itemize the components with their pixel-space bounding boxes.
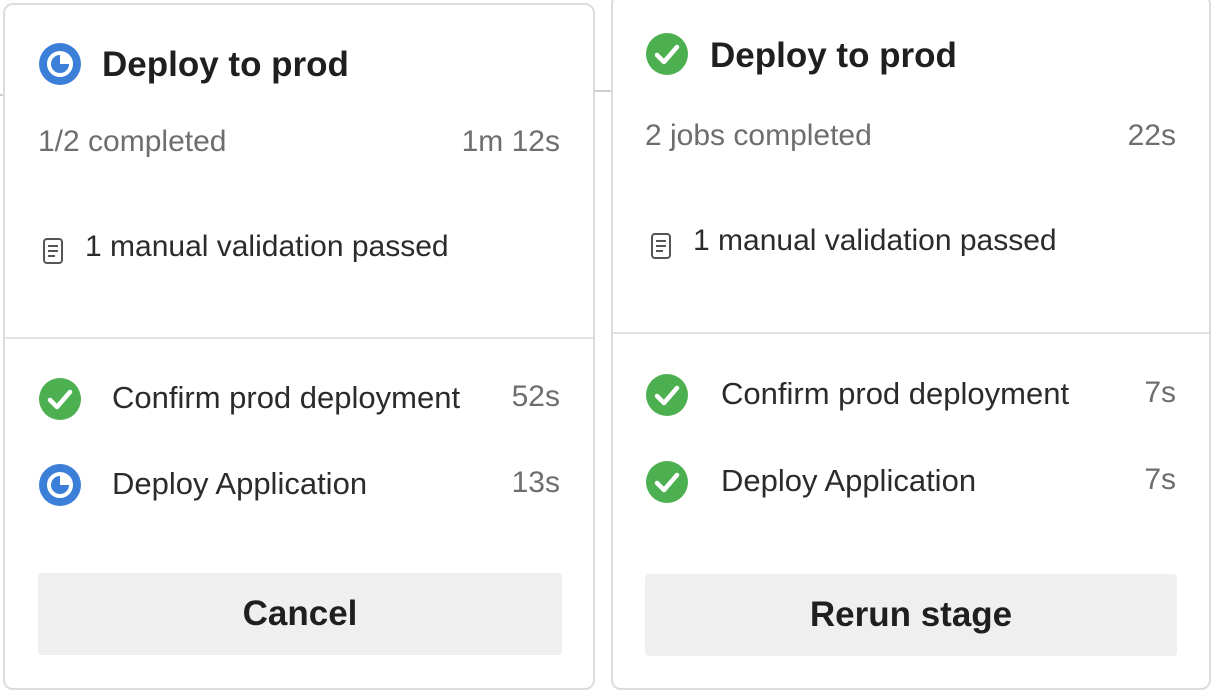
job-duration: 52s	[511, 380, 560, 413]
stage-duration: 1m 12s	[461, 125, 560, 158]
job-name[interactable]: Confirm prod deployment	[721, 376, 1069, 412]
job-duration: 7s	[1144, 376, 1176, 409]
running-icon	[38, 463, 82, 507]
stage-title: Deploy to prod	[102, 45, 349, 84]
checklist-icon	[42, 237, 64, 265]
stage-connector	[595, 90, 611, 92]
checks-summary[interactable]: 1 manual validation passed	[693, 224, 1057, 258]
stage-summary: 2 jobs completed	[645, 119, 872, 152]
running-icon	[38, 42, 82, 86]
checks-summary[interactable]: 1 manual validation passed	[85, 230, 449, 264]
job-duration: 13s	[511, 466, 560, 499]
job-name[interactable]: Deploy Application	[721, 463, 976, 499]
stage-title: Deploy to prod	[710, 36, 957, 75]
stage-duration: 22s	[1127, 119, 1176, 152]
success-icon	[645, 373, 689, 417]
success-icon	[645, 32, 689, 76]
stage-card-succeeded[interactable]: Deploy to prod 2 jobs completed 22s 1 ma…	[611, 0, 1211, 690]
job-name[interactable]: Confirm prod deployment	[112, 380, 460, 416]
job-duration: 7s	[1144, 463, 1176, 496]
divider	[5, 337, 593, 339]
checklist-icon	[650, 232, 672, 260]
success-icon	[645, 460, 689, 504]
success-icon	[38, 377, 82, 421]
divider	[613, 332, 1209, 334]
stage-summary: 1/2 completed	[38, 125, 227, 158]
rerun-stage-button[interactable]: Rerun stage	[645, 574, 1177, 656]
stage-card-running[interactable]: Deploy to prod 1/2 completed 1m 12s 1 ma…	[3, 3, 595, 690]
cancel-button[interactable]: Cancel	[38, 573, 562, 655]
job-name[interactable]: Deploy Application	[112, 466, 367, 502]
